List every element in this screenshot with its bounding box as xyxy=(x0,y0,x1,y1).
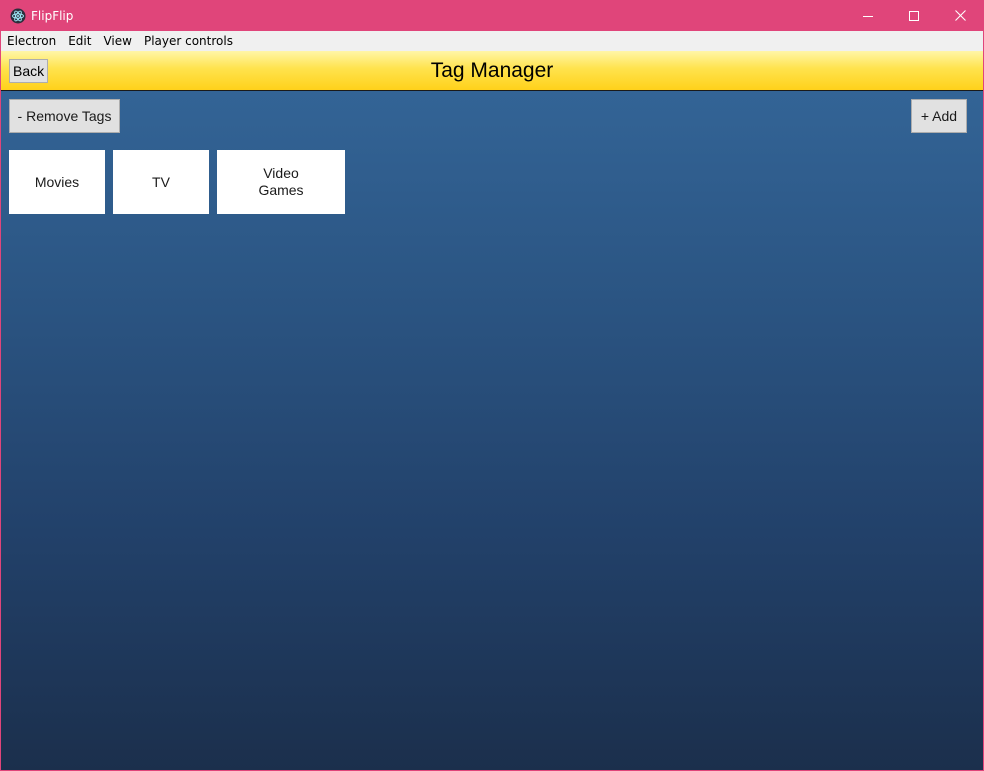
minimize-icon xyxy=(863,15,873,17)
window-controls xyxy=(845,0,983,31)
menu-item-edit[interactable]: Edit xyxy=(62,31,97,51)
add-tag-button[interactable]: + Add xyxy=(911,99,967,133)
menu-item-electron[interactable]: Electron xyxy=(1,31,62,51)
minimize-button[interactable] xyxy=(845,0,891,31)
app-window: FlipFlip Electron Edit View Player contr… xyxy=(0,0,984,771)
header-bar: Tag Manager Back xyxy=(1,51,983,91)
menu-item-player-controls[interactable]: Player controls xyxy=(138,31,239,51)
remove-tags-button[interactable]: - Remove Tags xyxy=(9,99,120,133)
maximize-button[interactable] xyxy=(891,0,937,31)
tag-card-tv[interactable]: TV xyxy=(113,150,209,214)
tag-manager-content: - Remove Tags + Add Movies TV Video Game… xyxy=(1,91,983,770)
title-bar[interactable]: FlipFlip xyxy=(1,0,983,31)
menu-bar: Electron Edit View Player controls xyxy=(1,31,983,51)
tag-label: TV xyxy=(152,173,170,190)
close-icon xyxy=(954,10,966,21)
close-button[interactable] xyxy=(937,0,983,31)
tag-card-video-games[interactable]: Video Games xyxy=(217,150,345,214)
menu-item-view[interactable]: View xyxy=(97,31,137,51)
window-title: FlipFlip xyxy=(31,8,74,23)
page-title: Tag Manager xyxy=(430,59,554,82)
electron-icon xyxy=(10,8,26,24)
tag-card-movies[interactable]: Movies xyxy=(9,150,105,214)
maximize-icon xyxy=(909,10,919,21)
tag-label: Video Games xyxy=(258,165,304,198)
tag-label: Movies xyxy=(34,173,80,190)
back-button[interactable]: Back xyxy=(9,59,49,83)
